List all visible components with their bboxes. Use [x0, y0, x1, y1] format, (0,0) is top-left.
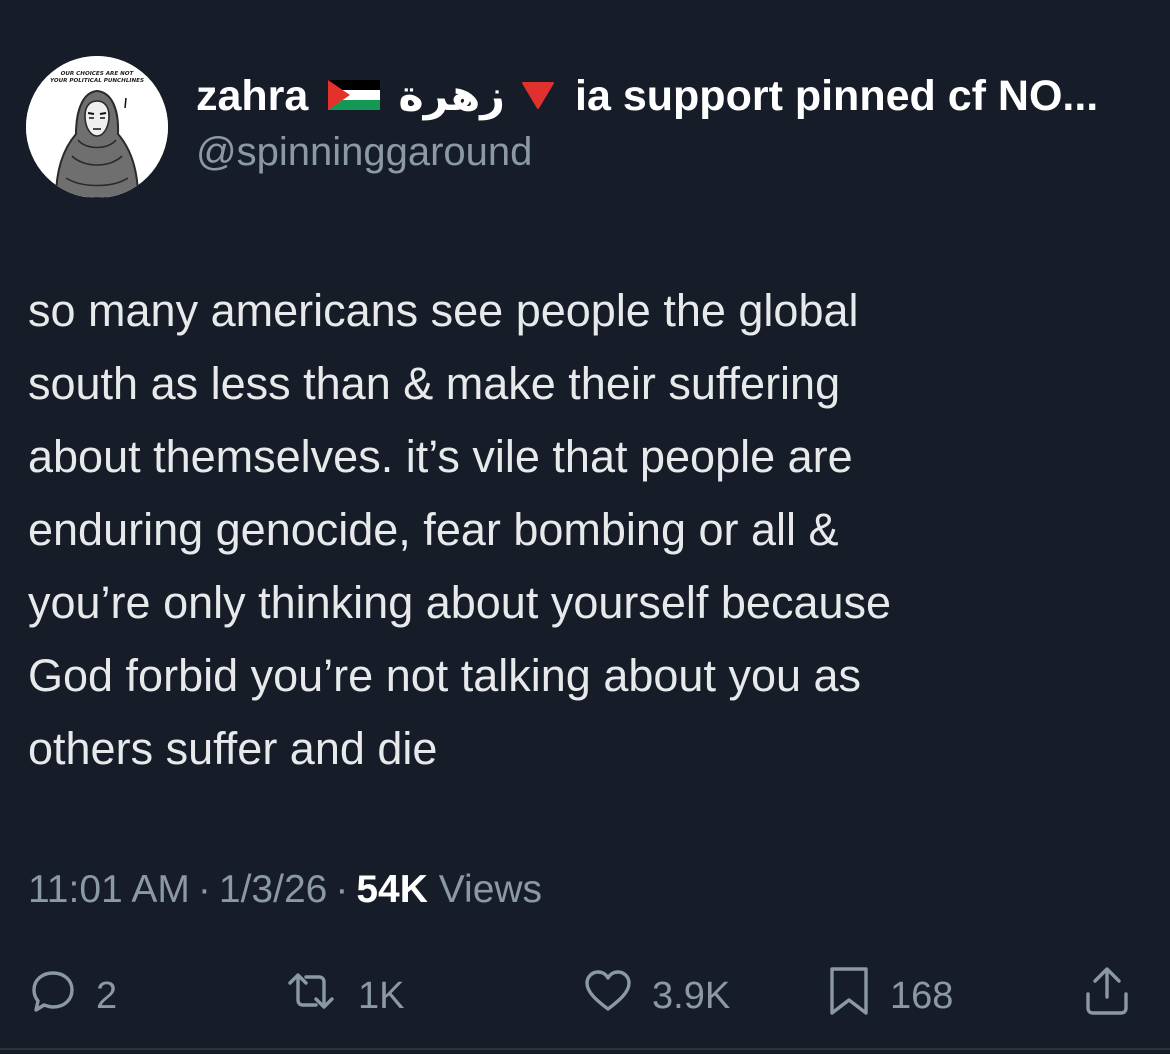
- meta-separator: ·: [197, 868, 211, 911]
- meta-separator: ·: [335, 868, 349, 911]
- share-button[interactable]: [1082, 958, 1132, 1034]
- tweet-text-line: so many americans see people the global: [28, 285, 859, 336]
- action-bar: 2 1K 3.9K 168: [0, 958, 1170, 1034]
- display-name-arabic: زهرة: [398, 71, 506, 121]
- avatar-caption-1: OUR CHOICES ARE NOT: [61, 71, 135, 77]
- tweet-text-line: south as less than & make their sufferin…: [28, 358, 841, 409]
- palestine-flag-icon: [328, 70, 381, 122]
- like-count: 3.9K: [652, 974, 731, 1017]
- heart-icon: [582, 966, 634, 1026]
- share-icon: [1082, 964, 1132, 1028]
- tweet-date[interactable]: 1/3/26: [219, 868, 327, 911]
- tweet-header: OUR CHOICES ARE NOT YOUR POLITICAL PUNCH…: [26, 56, 1098, 198]
- reply-button[interactable]: 2: [28, 958, 117, 1034]
- avatar[interactable]: OUR CHOICES ARE NOT YOUR POLITICAL PUNCH…: [26, 56, 168, 198]
- author-names: zahra زهرة ia support pinned cf NO... @s…: [196, 70, 1098, 178]
- avatar-caption-2: YOUR POLITICAL PUNCHLINES: [50, 78, 144, 84]
- bookmark-count: 168: [890, 974, 954, 1017]
- display-name-suffix: ia support pinned cf NO...: [575, 72, 1099, 120]
- bookmark-button[interactable]: 168: [826, 958, 953, 1034]
- repost-count: 1K: [358, 974, 405, 1017]
- display-name[interactable]: zahra زهرة ia support pinned cf NO...: [196, 70, 1098, 122]
- bookmark-icon: [826, 964, 872, 1028]
- tweet: OUR CHOICES ARE NOT YOUR POLITICAL PUNCH…: [0, 0, 1170, 1054]
- views-count: 54K: [356, 868, 428, 911]
- tweet-text-line: about themselves. it’s vile that people …: [28, 431, 853, 482]
- tweet-text-line: God forbid you’re not talking about you …: [28, 650, 862, 701]
- tweet-text-line: enduring genocide, fear bombing or all &: [28, 504, 839, 555]
- tweet-text-line: others suffer and die: [28, 723, 438, 774]
- repost-button[interactable]: 1K: [282, 958, 404, 1034]
- tweet-meta: 11:01 AM · 1/3/26 · 54K Views: [28, 864, 542, 916]
- repost-icon: [282, 966, 340, 1026]
- red-triangle-icon: [521, 70, 555, 122]
- reply-icon: [28, 966, 78, 1026]
- display-name-text: zahra: [196, 72, 309, 120]
- tweet-text: so many americans see people the global …: [28, 274, 1138, 785]
- views-label: Views: [438, 868, 543, 911]
- tweet-time[interactable]: 11:01 AM: [28, 868, 190, 911]
- divider: [0, 1048, 1170, 1050]
- like-button[interactable]: 3.9K: [582, 958, 730, 1034]
- tweet-text-line: you’re only thinking about yourself beca…: [28, 577, 892, 628]
- avatar-illustration: OUR CHOICES ARE NOT YOUR POLITICAL PUNCH…: [26, 56, 168, 198]
- author-handle[interactable]: @spinninggaround: [196, 126, 1098, 178]
- reply-count: 2: [96, 974, 118, 1017]
